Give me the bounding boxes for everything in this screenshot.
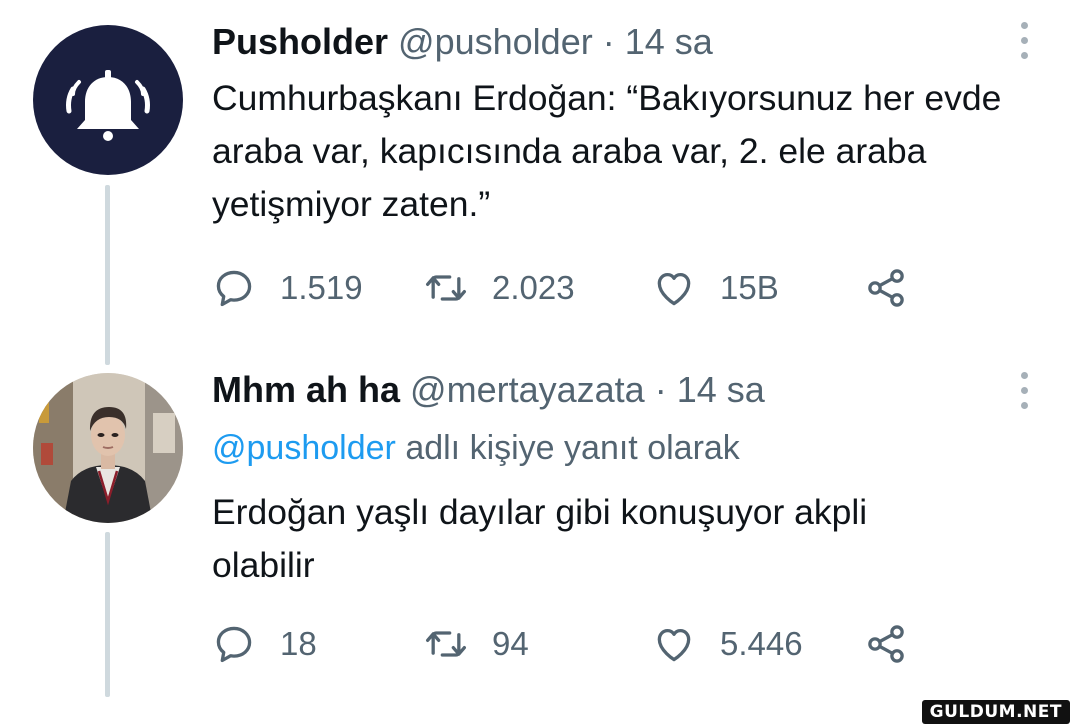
reply-button[interactable]: 1.519 (212, 268, 363, 308)
retweet-count: 94 (492, 625, 529, 662)
more-dot (1020, 372, 1028, 379)
tweet-actions: 18 94 5.446 (212, 624, 932, 664)
tweet-text: Erdoğan yaşlı dayılar gibi konuşuyor akp… (212, 492, 868, 585)
author-handle[interactable]: @mertayazata (410, 369, 645, 410)
more-dot (1020, 387, 1028, 394)
share-icon (868, 269, 904, 307)
reply-context-label: adlı kişiye yanıt olarak (405, 429, 740, 467)
retweet-button[interactable]: 2.023 (424, 268, 575, 308)
more-options-button[interactable] (1016, 22, 1032, 66)
more-dot (1020, 52, 1028, 59)
author-name[interactable]: Mhm ah ha (212, 369, 400, 410)
tweet-header: Mhm ah ha @mertayazata · 14 sa (212, 370, 765, 410)
share-button[interactable] (864, 624, 932, 664)
separator-dot: · (654, 369, 667, 410)
separator-dot: · (602, 21, 615, 62)
like-button[interactable]: 5.446 (652, 624, 803, 664)
author-handle[interactable]: @pusholder (398, 21, 593, 62)
retweet-button[interactable]: 94 (424, 624, 529, 664)
profile-photo (33, 373, 183, 523)
more-dot (1020, 22, 1028, 29)
like-count: 5.446 (720, 625, 803, 662)
reply-icon (216, 626, 252, 663)
more-dot (1020, 402, 1028, 409)
author-name[interactable]: Pusholder (212, 21, 388, 62)
heart-icon (657, 628, 691, 662)
reply-count: 1.519 (280, 269, 363, 306)
share-icon (868, 625, 904, 663)
avatar[interactable] (33, 373, 183, 523)
like-button[interactable]: 15B (652, 268, 779, 308)
tweet-header: Pusholder @pusholder · 14 sa (212, 22, 713, 62)
reply-context: @pusholder adlı kişiye yanıt olarak (212, 428, 740, 468)
tweet-text: Cumhurbaşkanı Erdoğan: “Bakıyorsunuz her… (212, 78, 1002, 224)
reply-count: 18 (280, 625, 317, 662)
avatar[interactable] (33, 25, 183, 175)
tweet-time[interactable]: 14 sa (677, 369, 765, 410)
reply-icon (216, 270, 252, 307)
more-options-button[interactable] (1016, 372, 1032, 416)
retweet-count: 2.023 (492, 269, 575, 306)
site-watermark: GULDUM.NET (921, 700, 1070, 724)
more-dot (1020, 37, 1028, 44)
heart-icon (657, 272, 691, 306)
like-count: 15B (720, 269, 779, 306)
tweet-actions: 1.519 2.023 15B (212, 268, 932, 308)
thread-line-1 (105, 185, 110, 365)
share-button[interactable] (864, 268, 932, 308)
thread-line-2 (105, 532, 110, 697)
reply-mention-link[interactable]: @pusholder (212, 429, 396, 467)
tweet-time[interactable]: 14 sa (625, 21, 713, 62)
retweet-icon (426, 275, 466, 301)
reply-button[interactable]: 18 (212, 624, 317, 664)
bell-icon (66, 70, 150, 141)
retweet-icon (426, 631, 466, 657)
